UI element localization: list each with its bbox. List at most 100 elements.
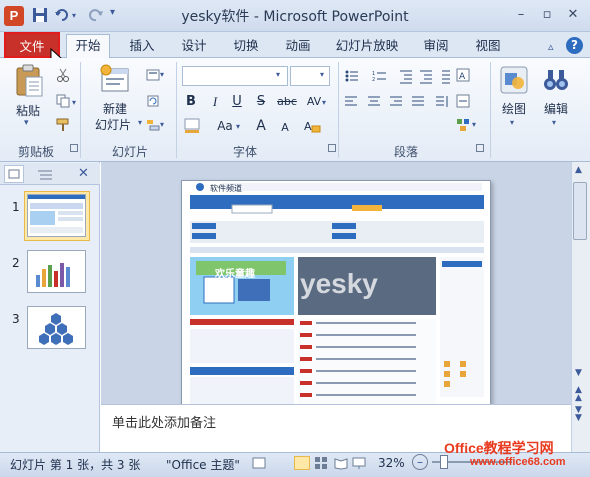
- align-text-icon[interactable]: [456, 94, 470, 108]
- next-slide-icon[interactable]: ▼ ▼: [575, 406, 582, 423]
- group-separator: [490, 62, 491, 158]
- font-launcher-icon[interactable]: [328, 144, 336, 152]
- group-separator: [80, 62, 81, 158]
- group-separator: [176, 62, 177, 158]
- group-separator: [338, 62, 339, 158]
- font-group-label: 字体: [232, 145, 257, 159]
- slide-thumbnail-1[interactable]: [27, 194, 86, 237]
- reset-icon[interactable]: [146, 94, 160, 108]
- outline-tab-icon[interactable]: [36, 168, 54, 182]
- shrink-font-button[interactable]: A: [278, 120, 292, 136]
- paragraph-row-1: 12: [344, 68, 494, 84]
- tab-slideshow[interactable]: 幻灯片放映: [332, 35, 402, 57]
- italic-button[interactable]: I: [208, 94, 222, 110]
- tab-transitions[interactable]: 切换: [226, 35, 266, 57]
- character-spacing-button[interactable]: AV: [304, 94, 324, 110]
- format-painter-icon[interactable]: [56, 118, 70, 132]
- paragraph-row-2: [344, 94, 494, 110]
- slides-group-label: 幻灯片: [111, 145, 148, 159]
- window-title: yesky软件 - Microsoft PowerPoint: [181, 9, 409, 25]
- smartart-icon[interactable]: [456, 118, 470, 132]
- font-color-icon[interactable]: [184, 118, 202, 134]
- previous-slide-icon[interactable]: ▲ ▲: [575, 386, 582, 403]
- site-watermark-line1: Office教程学习网: [444, 440, 554, 456]
- tab-animations[interactable]: 动画: [278, 35, 318, 57]
- layout-icon[interactable]: [146, 68, 160, 82]
- slide-thumbnail-3[interactable]: [27, 306, 86, 349]
- tab-insert[interactable]: 插入: [122, 35, 162, 57]
- minimize-ribbon-icon[interactable]: ▵: [548, 40, 554, 53]
- section-dropdown-icon[interactable]: ▾: [160, 120, 164, 129]
- paste-button[interactable]: 粘贴: [8, 102, 48, 119]
- tab-review[interactable]: 审阅: [416, 35, 456, 57]
- close-pane-icon[interactable]: ✕: [78, 166, 89, 181]
- maximize-icon[interactable]: ▫: [538, 6, 556, 24]
- slide-number: 3: [12, 312, 20, 326]
- font-name-dropdown-icon[interactable]: ▾: [276, 70, 280, 79]
- bold-button[interactable]: B: [184, 94, 198, 110]
- new-slide-label-line1[interactable]: 新建: [92, 100, 138, 117]
- clipboard-group-label: 剪贴板: [17, 145, 54, 159]
- svg-text:2: 2: [372, 77, 375, 83]
- section-icon[interactable]: [146, 118, 160, 132]
- underline-button[interactable]: U: [230, 94, 244, 110]
- binoculars-icon[interactable]: [540, 64, 572, 96]
- language-icon[interactable]: [252, 456, 266, 470]
- svg-text:A: A: [304, 120, 312, 133]
- drawing-button[interactable]: 绘图: [496, 100, 532, 117]
- cut-icon[interactable]: [56, 68, 70, 82]
- drawing-icon[interactable]: [498, 64, 530, 96]
- minimize-icon[interactable]: –: [512, 6, 530, 24]
- drawing-dropdown-icon[interactable]: ▾: [510, 118, 514, 127]
- scroll-up-icon[interactable]: ▲: [575, 165, 582, 175]
- shadow-button[interactable]: abc: [276, 94, 298, 110]
- slide-number: 2: [12, 256, 20, 270]
- reading-view-icon[interactable]: [334, 456, 348, 470]
- slideshow-view-icon[interactable]: [352, 456, 366, 470]
- theme-status: "Office 主题": [166, 458, 240, 472]
- paste-icon[interactable]: [12, 64, 46, 98]
- slide-count-status: 幻灯片 第 1 张，共 3 张: [10, 458, 141, 472]
- new-slide-dropdown-icon[interactable]: ▾: [138, 118, 142, 127]
- help-icon[interactable]: ?: [566, 37, 583, 54]
- tab-home[interactable]: 开始: [66, 34, 110, 59]
- slide-site-title: 软件频道: [210, 184, 242, 193]
- strikethrough-button[interactable]: S: [254, 94, 268, 110]
- slide-sorter-icon[interactable]: [314, 456, 328, 470]
- paste-dropdown-icon[interactable]: ▾: [24, 118, 29, 128]
- zoom-out-icon[interactable]: –: [412, 454, 428, 470]
- notes-placeholder[interactable]: 单击此处添加备注: [112, 412, 216, 431]
- clipboard-launcher-icon[interactable]: [70, 144, 78, 152]
- tab-view[interactable]: 视图: [468, 35, 508, 57]
- scroll-thumb[interactable]: [573, 182, 587, 240]
- new-slide-icon[interactable]: [98, 64, 132, 98]
- spacing-dropdown-icon[interactable]: ▾: [322, 98, 326, 107]
- smartart-dropdown-icon[interactable]: ▾: [472, 120, 476, 129]
- change-case-button[interactable]: Aa: [214, 118, 236, 134]
- paragraph-launcher-icon[interactable]: [476, 144, 484, 152]
- case-dropdown-icon[interactable]: ▾: [236, 122, 240, 131]
- clear-formatting-icon[interactable]: A: [302, 118, 322, 134]
- editing-dropdown-icon[interactable]: ▾: [552, 118, 556, 127]
- site-watermark-line2: www.office68.com: [470, 456, 566, 468]
- svg-text:A: A: [459, 72, 466, 82]
- slide-watermark: yesky: [300, 268, 378, 299]
- new-slide-label-line2[interactable]: 幻灯片: [88, 116, 138, 133]
- layout-dropdown-icon[interactable]: ▾: [160, 70, 164, 79]
- slide-banner-text: 欢乐童趣: [215, 269, 255, 280]
- slide-number: 1: [12, 200, 20, 214]
- scroll-down-icon[interactable]: ▼: [575, 368, 582, 378]
- tab-design[interactable]: 设计: [174, 35, 214, 57]
- zoom-level[interactable]: 32%: [378, 456, 405, 470]
- normal-view-icon[interactable]: [294, 456, 310, 470]
- copy-dropdown-icon[interactable]: ▾: [72, 98, 76, 107]
- copy-icon[interactable]: [56, 94, 70, 108]
- text-direction-icon[interactable]: A: [456, 68, 470, 82]
- font-size-dropdown-icon[interactable]: ▾: [320, 70, 324, 79]
- slides-tab-icon[interactable]: [4, 165, 24, 183]
- slide-thumbnail-2[interactable]: [27, 250, 86, 293]
- grow-font-button[interactable]: A: [254, 118, 268, 134]
- editing-button[interactable]: 编辑: [538, 100, 574, 117]
- font-name-select[interactable]: [182, 66, 288, 86]
- close-icon[interactable]: ✕: [564, 6, 582, 24]
